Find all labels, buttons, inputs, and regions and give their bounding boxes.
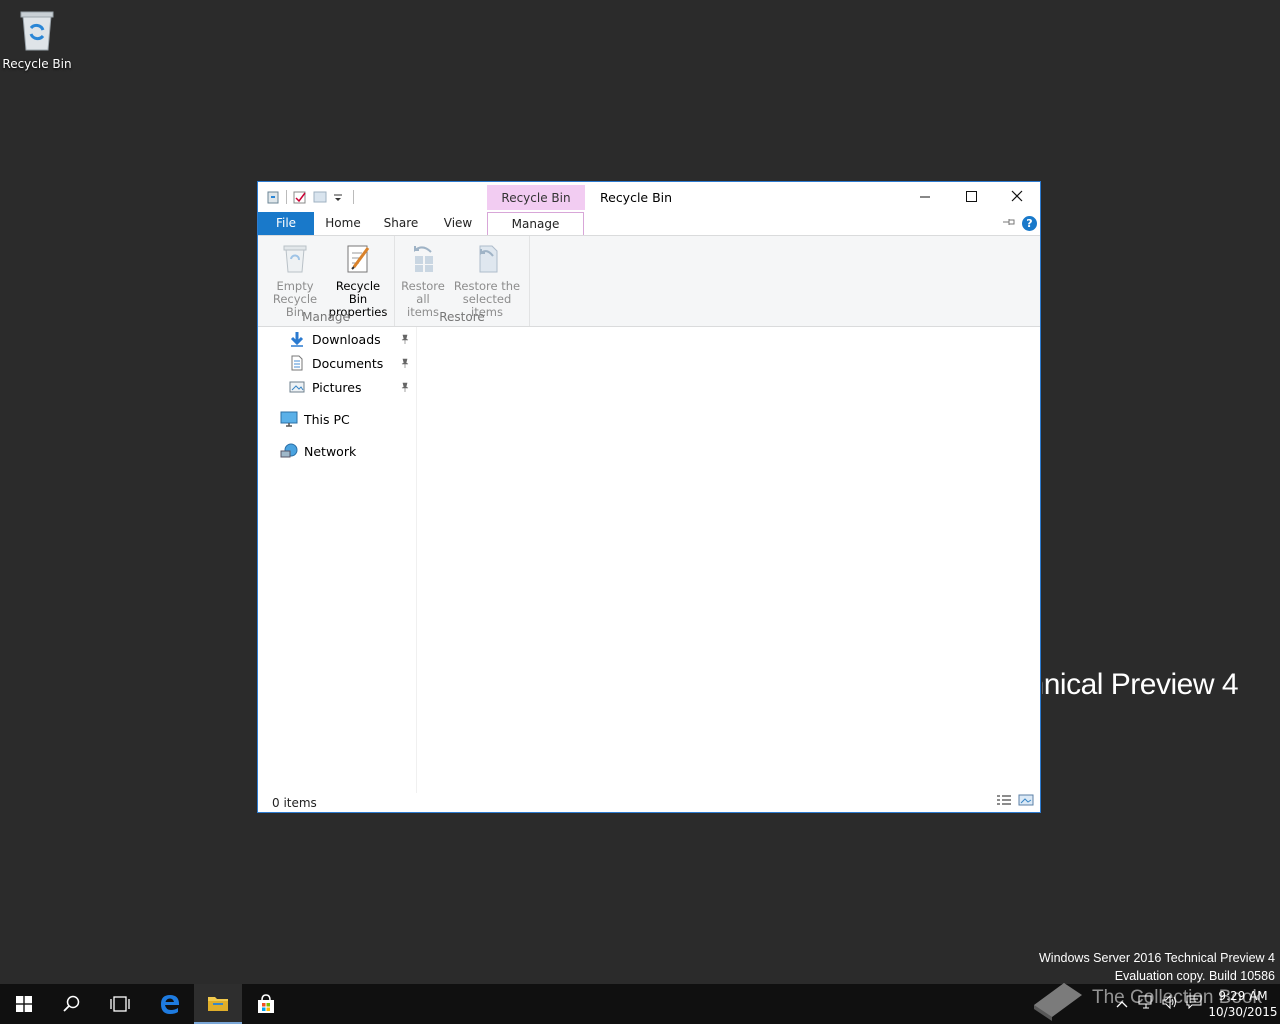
recycle-bin-icon: [20, 11, 54, 51]
manage-group-label: Manage: [302, 310, 350, 324]
pin-icon[interactable]: [400, 382, 410, 395]
pin-ribbon-icon[interactable]: [1002, 217, 1016, 230]
windows-logo-icon: [16, 996, 32, 1012]
restore-selected-icon: [479, 245, 498, 273]
navigation-pane: Downloads Documents Pictures This PC Net…: [258, 327, 417, 793]
recycle-bin-tools-header: Recycle Bin Tools: [487, 185, 585, 232]
ribbon-manage-panel: Empty Recycle Bin Recycle Bin properties…: [258, 236, 1040, 327]
book-watermark: The Collection Book: [1030, 975, 1262, 1021]
restore-all-icon: [414, 246, 433, 272]
minimize-button[interactable]: [902, 182, 948, 210]
store-bag-icon: [258, 994, 274, 1013]
nav-item-documents[interactable]: Documents: [288, 355, 383, 371]
quick-access-toolbar: [266, 190, 354, 204]
details-view-icon[interactable]: [996, 794, 1012, 809]
customize-qat-chevron-icon[interactable]: [333, 190, 347, 204]
tab-manage[interactable]: Manage: [487, 212, 584, 235]
window-title: Recycle Bin: [600, 190, 673, 205]
empty-recycle-bin-icon: [283, 245, 307, 273]
status-bar: 0 items: [258, 793, 1040, 812]
store-taskbar-button[interactable]: [242, 984, 290, 1024]
ribbon-tabs: File Home Share View Manage: [258, 212, 1040, 236]
start-button[interactable]: [0, 984, 48, 1024]
qat-separator-end: [353, 190, 354, 204]
explorer-window: Recycle Bin Tools Recycle Bin File Home …: [257, 181, 1041, 813]
evaluation-line-1: Windows Server 2016 Technical Preview 4: [1039, 951, 1275, 965]
empty-recycle-bin-button[interactable]: Empty Recycle Bin: [264, 242, 326, 319]
restore-group-label: Restore: [439, 310, 485, 324]
documents-icon: [288, 355, 306, 371]
close-icon: [1011, 190, 1023, 202]
desktop-recycle-bin-label: Recycle Bin: [2, 57, 72, 71]
nav-label-network: Network: [304, 443, 357, 459]
nav-label-documents: Documents: [312, 355, 384, 371]
qat-separator: [286, 190, 287, 204]
caption-buttons: [902, 182, 1040, 210]
restore-group: Restore all items Restore the selected i…: [395, 236, 530, 326]
wallpaper-watermark: Technical Preview 4: [1042, 668, 1238, 701]
network-icon: [280, 443, 298, 459]
title-bar[interactable]: Recycle Bin Tools Recycle Bin: [258, 182, 1040, 232]
properties-qat-icon[interactable]: [293, 190, 307, 204]
desktop-recycle-bin[interactable]: Recycle Bin: [2, 6, 72, 71]
properties-label-1: Recycle Bin: [335, 279, 381, 306]
nav-label-downloads: Downloads: [312, 331, 381, 347]
properties-icon: [347, 245, 370, 273]
folder-icon: [208, 997, 228, 1011]
tab-file[interactable]: File: [258, 212, 314, 235]
maximize-button[interactable]: [948, 182, 994, 210]
new-folder-qat-icon[interactable]: [313, 190, 327, 204]
nav-item-downloads[interactable]: Downloads: [288, 331, 381, 347]
maximize-icon: [965, 190, 977, 202]
window-recycle-icon[interactable]: [266, 190, 280, 204]
close-button[interactable]: [994, 182, 1040, 210]
nav-label-this-pc: This PC: [304, 411, 350, 427]
nav-item-this-pc[interactable]: This PC: [280, 411, 350, 427]
download-arrow-icon: [288, 331, 306, 347]
search-icon: [63, 995, 80, 1012]
recycle-bin-properties-button[interactable]: Recycle Bin properties: [326, 242, 390, 319]
book-logo-icon: [1034, 983, 1082, 1021]
view-switcher: [996, 794, 1034, 809]
restore-all-items-button[interactable]: Restore all items: [399, 242, 447, 319]
pin-icon[interactable]: [400, 334, 410, 347]
large-icons-view-icon[interactable]: [1018, 794, 1034, 809]
file-explorer-taskbar-button[interactable]: [194, 984, 242, 1024]
item-count: 0 items: [272, 796, 317, 810]
tab-home[interactable]: Home: [317, 212, 369, 235]
tab-share[interactable]: Share: [374, 212, 428, 235]
manage-group: Empty Recycle Bin Recycle Bin properties…: [258, 236, 395, 326]
help-icon[interactable]: ?: [1022, 216, 1037, 231]
nav-item-pictures[interactable]: Pictures: [288, 379, 362, 395]
pictures-icon: [288, 379, 306, 395]
edge-taskbar-button[interactable]: [146, 984, 194, 1024]
search-button[interactable]: [48, 984, 96, 1024]
task-view-icon: [110, 996, 130, 1012]
restore-selected-items-button[interactable]: Restore the selected items: [447, 242, 527, 319]
tab-view[interactable]: View: [433, 212, 483, 235]
edge-icon: [161, 995, 179, 1014]
book-watermark-text: The Collection Book: [1092, 987, 1263, 1008]
file-list-area[interactable]: [417, 327, 1040, 793]
pin-icon[interactable]: [400, 358, 410, 371]
computer-icon: [280, 411, 298, 427]
nav-label-pictures: Pictures: [312, 379, 362, 395]
minimize-icon: [919, 196, 930, 197]
nav-item-network[interactable]: Network: [280, 443, 356, 459]
task-view-button[interactable]: [96, 984, 144, 1024]
